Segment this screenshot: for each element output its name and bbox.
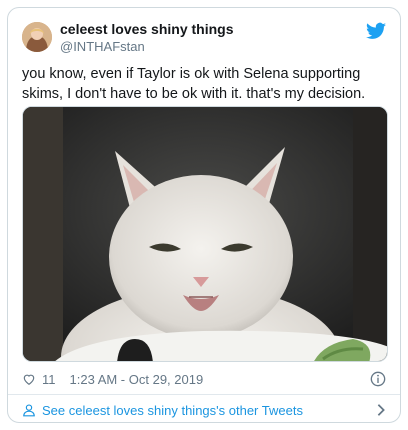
tweet-timestamp[interactable]: 1:23 AM - Oct 29, 2019 <box>70 372 204 387</box>
twitter-bird-icon[interactable] <box>366 22 386 40</box>
chevron-right-icon[interactable] <box>376 403 386 417</box>
person-icon <box>23 404 35 417</box>
cat-photo-illustration <box>23 107 387 361</box>
author-info[interactable]: celeest loves shiny things @INTHAFstan <box>60 20 234 56</box>
tweet-header: celeest loves shiny things @INTHAFstan <box>22 18 386 58</box>
avatar[interactable] <box>22 22 52 52</box>
tweet-photo[interactable] <box>22 106 388 362</box>
tweet-meta: 11 1:23 AM - Oct 29, 2019 <box>22 370 386 388</box>
embedded-tweet-card: celeest loves shiny things @INTHAFstan y… <box>7 7 401 423</box>
heart-icon[interactable] <box>22 372 36 386</box>
like-count[interactable]: 11 <box>42 372 56 387</box>
info-icon[interactable] <box>370 371 386 387</box>
other-tweets-link[interactable]: See celeest loves shiny things's other T… <box>22 400 386 420</box>
other-tweets-label[interactable]: See celeest loves shiny things's other T… <box>42 403 303 418</box>
user-handle[interactable]: @INTHAFstan <box>60 38 234 56</box>
display-name[interactable]: celeest loves shiny things <box>60 20 234 38</box>
divider <box>8 394 400 395</box>
tweet-text: you know, even if Taylor is ok with Sele… <box>22 66 366 102</box>
